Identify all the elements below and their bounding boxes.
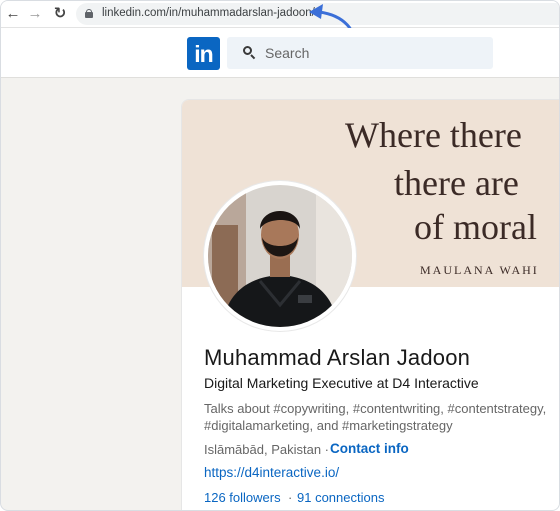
banner-quote-line: Where there <box>345 115 522 155</box>
forward-arrow-icon[interactable]: → <box>25 4 45 24</box>
contact-info-link[interactable]: Contact info <box>330 441 409 456</box>
profile-avatar[interactable] <box>204 181 356 331</box>
reload-icon[interactable]: ↻ <box>50 4 70 24</box>
search-input[interactable]: Search <box>265 45 309 61</box>
profile-topics: Talks about #copywriting, #contentwritin… <box>204 401 547 416</box>
banner-quote-author: MAULANA WAHI <box>420 263 539 277</box>
screenshot-frame: ← → ↻ linkedin.com/in/muhammadarslan-jad… <box>0 0 560 511</box>
stats-separator: · <box>288 490 293 505</box>
lock-icon <box>85 9 94 18</box>
profile-headline: Digital Marketing Executive at D4 Intera… <box>204 375 479 391</box>
banner-quote-line: of moral <box>414 207 537 247</box>
profile-location: Islāmābād, Pakistan · <box>204 442 330 457</box>
url-text[interactable]: linkedin.com/in/muhammadarslan-jadoon/ <box>102 7 315 19</box>
search-icon <box>243 46 256 60</box>
website-link[interactable]: https://d4interactive.io/ <box>204 465 339 480</box>
linkedin-logo[interactable]: in <box>187 37 220 70</box>
browser-toolbar: ← → ↻ linkedin.com/in/muhammadarslan-jad… <box>1 1 559 28</box>
search-box[interactable]: Search <box>227 37 493 69</box>
connections-link[interactable]: 91 connections <box>297 490 384 505</box>
profile-topics: #digitalamarketing, and #marketingstrate… <box>204 418 453 433</box>
avatar-photo <box>208 185 352 327</box>
back-arrow-icon[interactable]: ← <box>3 4 23 24</box>
profile-name: Muhammad Arslan Jadoon <box>204 345 471 370</box>
linkedin-header: in Search <box>1 28 559 78</box>
followers-link[interactable]: 126 followers <box>204 490 281 505</box>
banner-quote-line: there are <box>394 163 519 203</box>
